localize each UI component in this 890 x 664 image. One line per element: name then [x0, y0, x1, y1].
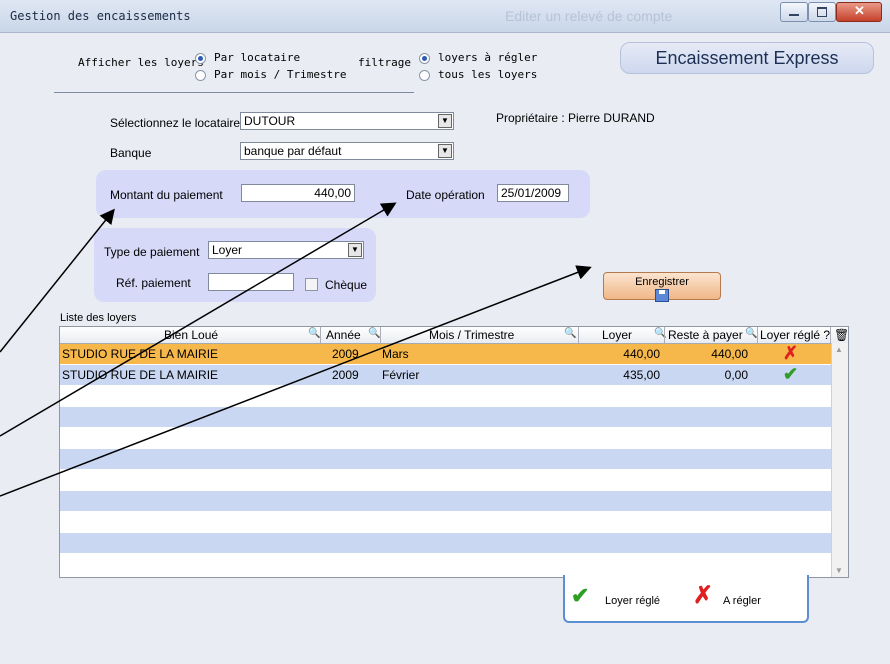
arrow-to-save: [0, 265, 592, 497]
arrow-to-date: [0, 202, 397, 437]
application-window: Gestion des encaissements Editer un rele…: [0, 0, 890, 664]
annotation-arrows: [0, 202, 592, 497]
arrow-to-montant: [0, 208, 115, 353]
